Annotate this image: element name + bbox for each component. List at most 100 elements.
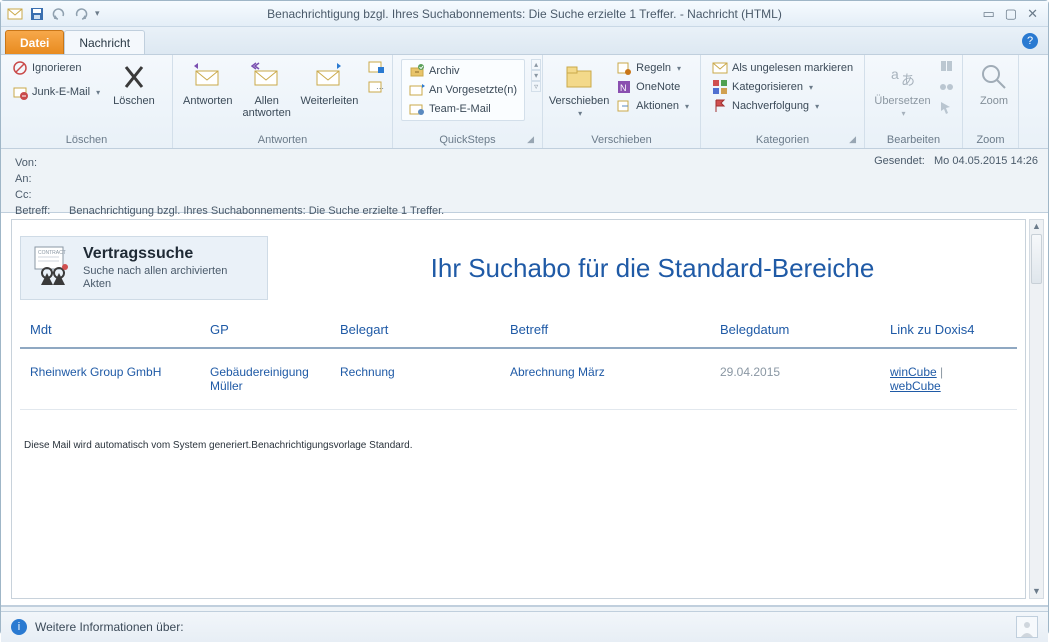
rules-icon <box>616 60 632 76</box>
table-row: Rheinwerk Group GmbH Gebäudereinigung Mü… <box>20 348 1017 410</box>
group-label-loeschen: Löschen <box>9 133 164 146</box>
cc-label: Cc: <box>15 187 59 203</box>
quick-access-toolbar: ▾ <box>1 6 100 22</box>
ribbon-tabs: Datei Nachricht ? <box>1 27 1048 55</box>
quickstep-vorgesetzte[interactable]: An Vorgesetzte(n) <box>406 81 520 99</box>
verschieben-button[interactable]: Verschieben▾ <box>551 59 607 120</box>
related-icon[interactable] <box>938 79 954 98</box>
group-label-antworten: Antworten <box>181 133 384 146</box>
regeln-button[interactable]: Regeln▾ <box>613 59 692 77</box>
svg-text:あ: あ <box>901 72 915 88</box>
to-manager-icon <box>409 82 425 98</box>
help-icon[interactable]: ? <box>1022 33 1038 49</box>
tab-datei[interactable]: Datei <box>5 30 64 54</box>
hero-box: CONTRACT Vertragssuche Suche nach allen … <box>20 236 268 300</box>
team-mail-icon <box>409 101 425 117</box>
nachverfolgung-button[interactable]: Nachverfolgung▾ <box>709 97 856 115</box>
col-belegart: Belegart <box>330 310 500 348</box>
vertical-scrollbar[interactable]: ▲ ▼ <box>1029 219 1044 599</box>
cell-links: winCube | webCube <box>880 348 1017 410</box>
reply-icon <box>192 61 224 93</box>
kategorisieren-button[interactable]: Kategorisieren▾ <box>709 78 856 96</box>
kategorien-launcher-icon[interactable]: ◢ <box>849 134 856 145</box>
footnote: Diese Mail wird automatisch vom System g… <box>24 440 1017 451</box>
onenote-icon: N <box>616 79 632 95</box>
quickstep-archiv[interactable]: Archiv <box>406 62 520 80</box>
link-wincube[interactable]: winCube <box>890 365 937 379</box>
uebersetzen-button[interactable]: aあÜbersetzen▾ <box>873 59 932 120</box>
ignorieren-button[interactable]: Ignorieren <box>9 59 103 77</box>
maximize-button[interactable]: ▢ <box>1005 6 1017 22</box>
hero-title: Vertragssuche <box>83 245 257 263</box>
an-label: An: <box>15 171 59 187</box>
onenote-button[interactable]: NOneNote <box>613 78 692 96</box>
quicksteps-up[interactable]: ▴ <box>531 59 541 70</box>
cell-belegart: Rechnung <box>330 348 500 410</box>
junk-button[interactable]: Junk-E-Mail▾ <box>9 83 103 101</box>
followup-icon <box>712 98 728 114</box>
svg-text:⋯: ⋯ <box>376 84 384 93</box>
col-belegdatum: Belegdatum <box>710 310 880 348</box>
col-link: Link zu Doxis4 <box>880 310 1017 348</box>
gesendet-label: Gesendet: <box>874 155 925 167</box>
ungelesen-button[interactable]: Als ungelesen markieren <box>709 59 856 77</box>
quickstep-team[interactable]: Team-E-Mail <box>406 100 520 118</box>
message-body: CONTRACT Vertragssuche Suche nach allen … <box>11 219 1026 599</box>
undo-icon[interactable] <box>51 6 67 22</box>
cell-belegdatum: 29.04.2015 <box>710 348 880 410</box>
move-icon <box>563 61 595 93</box>
meeting-reply-icon[interactable] <box>368 59 384 78</box>
allen-antworten-button[interactable]: Allen antworten <box>240 59 292 121</box>
title-bar: ▾ Benachrichtigung bzgl. Ihres Suchabonn… <box>1 1 1048 27</box>
svg-text:N: N <box>620 83 627 93</box>
tab-nachricht[interactable]: Nachricht <box>64 30 145 54</box>
col-betreff: Betreff <box>500 310 710 348</box>
reply-all-icon <box>251 61 283 93</box>
quicksteps-more[interactable]: ▿ <box>531 81 541 92</box>
redo-icon[interactable] <box>73 6 89 22</box>
svg-text:a: a <box>891 66 899 82</box>
footer-text: Weitere Informationen über: <box>35 620 184 634</box>
hero-subtitle: Suche nach allen archivierten Akten <box>83 265 257 291</box>
minimize-button[interactable]: ▭ <box>983 6 995 22</box>
main-heading: Ihr Suchabo für die Standard-Bereiche <box>268 236 1017 300</box>
contract-search-icon: CONTRACT <box>31 245 75 289</box>
archive-icon <box>409 63 425 79</box>
more-respond-icon[interactable]: ⋯ <box>368 79 384 98</box>
footer-bar: i Weitere Informationen über: <box>1 612 1048 642</box>
scroll-down-icon[interactable]: ▼ <box>1030 585 1043 598</box>
link-webcube[interactable]: webCube <box>890 379 941 393</box>
zoom-button[interactable]: Zoom <box>971 59 1017 109</box>
close-button[interactable]: ✕ <box>1027 6 1038 22</box>
quicksteps-launcher-icon[interactable]: ◢ <box>527 134 534 145</box>
select-icon[interactable] <box>938 99 954 118</box>
group-label-bearbeiten: Bearbeiten <box>873 133 954 146</box>
actions-icon <box>616 98 632 114</box>
zoom-icon <box>978 61 1010 93</box>
weiterleiten-button[interactable]: Weiterleiten <box>299 59 360 109</box>
von-label: Von: <box>15 155 59 171</box>
quicksteps-down[interactable]: ▾ <box>531 70 541 81</box>
antworten-button[interactable]: Antworten <box>181 59 234 109</box>
translate-icon: aあ <box>887 61 919 93</box>
col-gp: GP <box>200 310 330 348</box>
find-icon[interactable] <box>938 59 954 78</box>
cell-mdt: Rheinwerk Group GmbH <box>20 348 200 410</box>
cell-betreff: Abrechnung März <box>500 348 710 410</box>
scroll-up-icon[interactable]: ▲ <box>1030 220 1043 233</box>
message-header: Gesendet: Mo 04.05.2015 14:26 Von: An: C… <box>1 149 1048 213</box>
categorize-icon <box>712 79 728 95</box>
aktionen-button[interactable]: Aktionen▾ <box>613 97 692 115</box>
loeschen-button[interactable]: Löschen <box>109 59 159 109</box>
scroll-thumb[interactable] <box>1031 234 1042 284</box>
ribbon: Ignorieren Junk-E-Mail▾ Löschen Löschen … <box>1 55 1048 149</box>
save-icon[interactable] <box>29 6 45 22</box>
junk-icon <box>12 84 28 100</box>
group-label-kategorien: Kategorien◢ <box>709 133 856 146</box>
delete-icon <box>118 61 150 93</box>
gesendet-value: Mo 04.05.2015 14:26 <box>934 155 1038 167</box>
ignore-icon <box>12 60 28 76</box>
qat-dropdown-icon[interactable]: ▾ <box>95 8 100 19</box>
results-table: Mdt GP Belegart Betreff Belegdatum Link … <box>20 310 1017 410</box>
info-icon: i <box>11 619 27 635</box>
